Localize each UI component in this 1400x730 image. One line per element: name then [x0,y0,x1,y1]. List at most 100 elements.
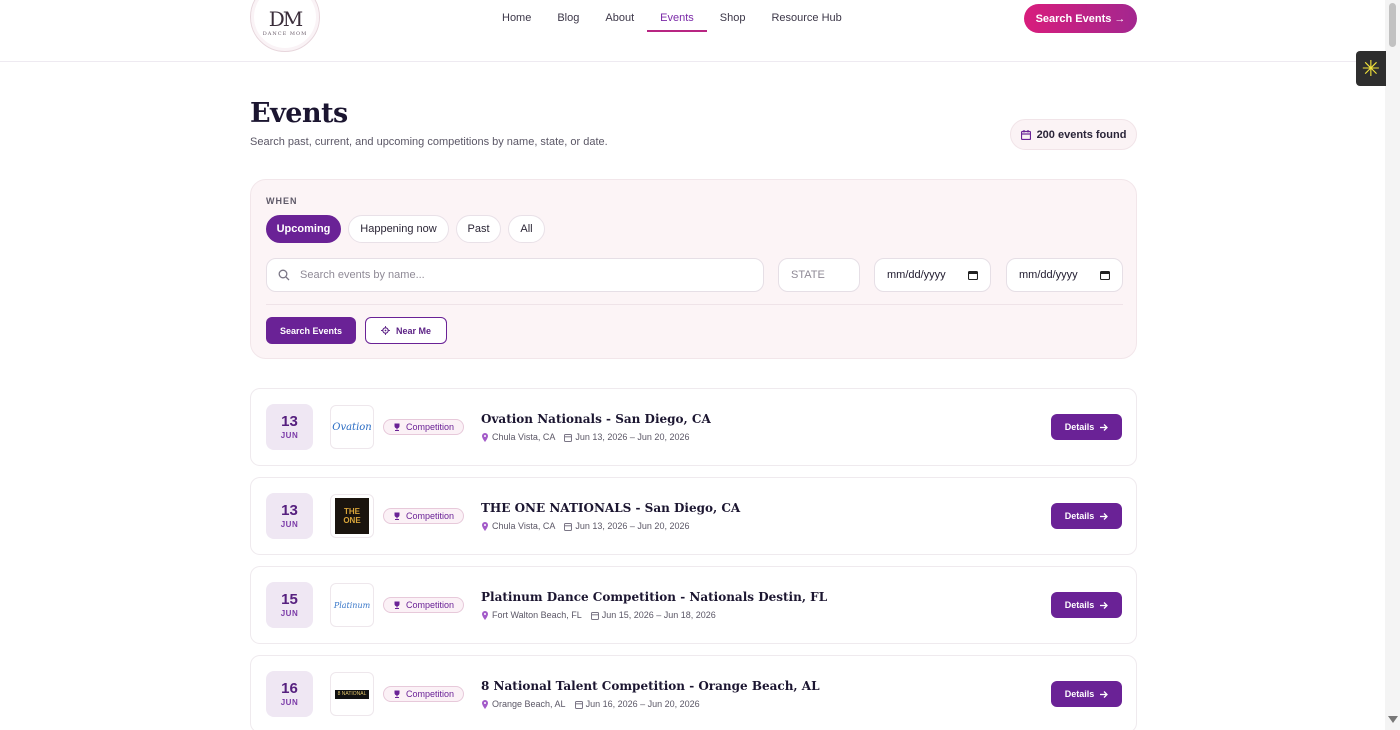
nav-item-events[interactable]: Events [647,0,707,32]
event-dates: Jun 13, 2026 – Jun 20, 2026 [575,521,690,531]
location-pin-icon [482,699,488,709]
event-location: Orange Beach, AL [492,699,566,709]
site-logo[interactable]: DM DANCE MOM [250,0,320,52]
event-title[interactable]: 8 National Talent Competition - Orange B… [481,679,820,693]
event-type-tag: Competition [383,597,464,613]
event-meta: Chula Vista, CA Jun 13, 2026 – Jun 20, 2… [481,432,689,442]
the-one-logo: THE ONE [335,498,369,534]
end-date-input[interactable]: mm/dd/yyyy [1006,258,1123,292]
event-month: JUN [280,698,299,707]
pill-upcoming[interactable]: Upcoming [266,215,341,243]
event-type-tag: Competition [383,419,464,435]
calendar-icon [564,522,573,531]
event-meta: Orange Beach, AL Jun 16, 2026 – Jun 20, … [481,699,700,709]
filter-panel: WHEN Upcoming Happening now Past All STA… [250,179,1137,359]
calendar-icon[interactable] [968,270,978,280]
event-card: 15 JUN Platinum Competition Platinum Dan… [250,566,1137,644]
search-input[interactable] [300,269,740,281]
event-meta: Fort Walton Beach, FL Jun 15, 2026 – Jun… [481,610,716,620]
event-location: Chula Vista, CA [492,521,556,531]
event-type-tag: Competition [383,686,464,702]
location-pin-icon [482,521,488,531]
event-card: 16 JUN 8 NATIONAL Competition 8 National… [250,655,1137,730]
event-title[interactable]: Platinum Dance Competition - Nationals D… [481,590,827,604]
near-me-button[interactable]: Near Me [365,317,447,344]
event-meta: Chula Vista, CA Jun 13, 2026 – Jun 20, 2… [481,521,689,531]
location-pin-icon [482,610,488,620]
event-day: 13 [281,502,298,519]
calendar-icon[interactable] [1100,270,1110,280]
search-icon [278,269,290,281]
page-scrollbar[interactable] [1385,0,1400,730]
event-type-label: Competition [405,511,455,521]
event-logo[interactable]: THE ONE [330,494,374,538]
calendar-icon [564,433,573,442]
national-talent-logo: 8 NATIONAL [335,689,369,699]
event-type-tag: Competition [383,508,464,524]
search-events-button[interactable]: Search Events [266,317,356,344]
details-button[interactable]: Details [1051,681,1122,707]
trophy-icon [394,690,400,698]
nav-item-blog[interactable]: Blog [544,0,592,32]
pill-past[interactable]: Past [456,215,501,243]
when-label: WHEN [266,196,298,206]
calendar-icon [590,611,599,620]
nav-item-home[interactable]: Home [489,0,544,32]
logo-subtitle: DANCE MOM [262,31,308,37]
logo-monogram: DM [268,7,303,31]
location-pin-icon [482,432,488,442]
event-type-label: Competition [405,689,455,699]
calendar-icon [1020,129,1031,140]
event-title[interactable]: Ovation Nationals - San Diego, CA [481,412,711,426]
event-location: Chula Vista, CA [492,432,556,442]
pill-all[interactable]: All [508,215,545,243]
event-logo[interactable]: Ovation [330,405,374,449]
trophy-icon [394,423,400,431]
event-dates: Jun 13, 2026 – Jun 20, 2026 [575,432,690,442]
search-field[interactable] [266,258,764,292]
start-date-input[interactable]: mm/dd/yyyy [874,258,991,292]
accessibility-widget-icon[interactable]: ✳ [1356,51,1386,86]
site-header: DM DANCE MOM Home Blog About Events Shop… [0,0,1385,62]
main-nav: Home Blog About Events Shop Resource Hub [489,0,855,32]
crosshair-icon [380,326,390,335]
details-label: Details [1064,422,1095,432]
nav-item-shop[interactable]: Shop [707,0,759,32]
event-type-label: Competition [405,422,455,432]
trophy-icon [394,601,400,609]
filter-divider [266,304,1123,305]
details-label: Details [1064,689,1095,699]
event-month: JUN [280,431,299,440]
scroll-down-arrow-icon[interactable] [1388,716,1398,723]
details-button[interactable]: Details [1051,414,1122,440]
trophy-icon [394,512,400,520]
nav-item-resource-hub[interactable]: Resource Hub [758,0,854,32]
arrow-right-icon [1100,690,1109,698]
scrollbar-thumb[interactable] [1389,3,1396,47]
event-logo[interactable]: 8 NATIONAL [330,672,374,716]
page-title: Events [250,98,348,129]
events-count-badge: 200 events found [1010,119,1137,150]
details-button[interactable]: Details [1051,503,1122,529]
event-dates: Jun 15, 2026 – Jun 18, 2026 [601,610,716,620]
event-date-tile: 15 JUN [266,582,313,628]
national-talent-logo-text: 8 NATIONAL [337,691,367,697]
start-date-placeholder: mm/dd/yyyy [887,269,946,281]
arrow-right-icon [1100,512,1109,520]
details-label: Details [1064,600,1095,610]
near-me-label: Near Me [395,325,431,336]
event-month: JUN [280,609,299,618]
page-subtitle: Search past, current, and upcoming compe… [250,136,608,148]
event-logo[interactable]: Platinum [330,583,374,627]
pill-happening-now[interactable]: Happening now [348,215,449,243]
event-day: 13 [281,413,298,430]
event-date-tile: 13 JUN [266,493,313,539]
state-input[interactable]: STATE [778,258,860,292]
event-date-tile: 13 JUN [266,404,313,450]
nav-item-about[interactable]: About [592,0,647,32]
arrow-right-icon [1100,423,1109,431]
details-button[interactable]: Details [1051,592,1122,618]
event-day: 15 [281,591,298,608]
event-title[interactable]: THE ONE NATIONALS - San Diego, CA [481,501,740,515]
header-search-events-button[interactable]: Search Events → [1024,4,1137,33]
